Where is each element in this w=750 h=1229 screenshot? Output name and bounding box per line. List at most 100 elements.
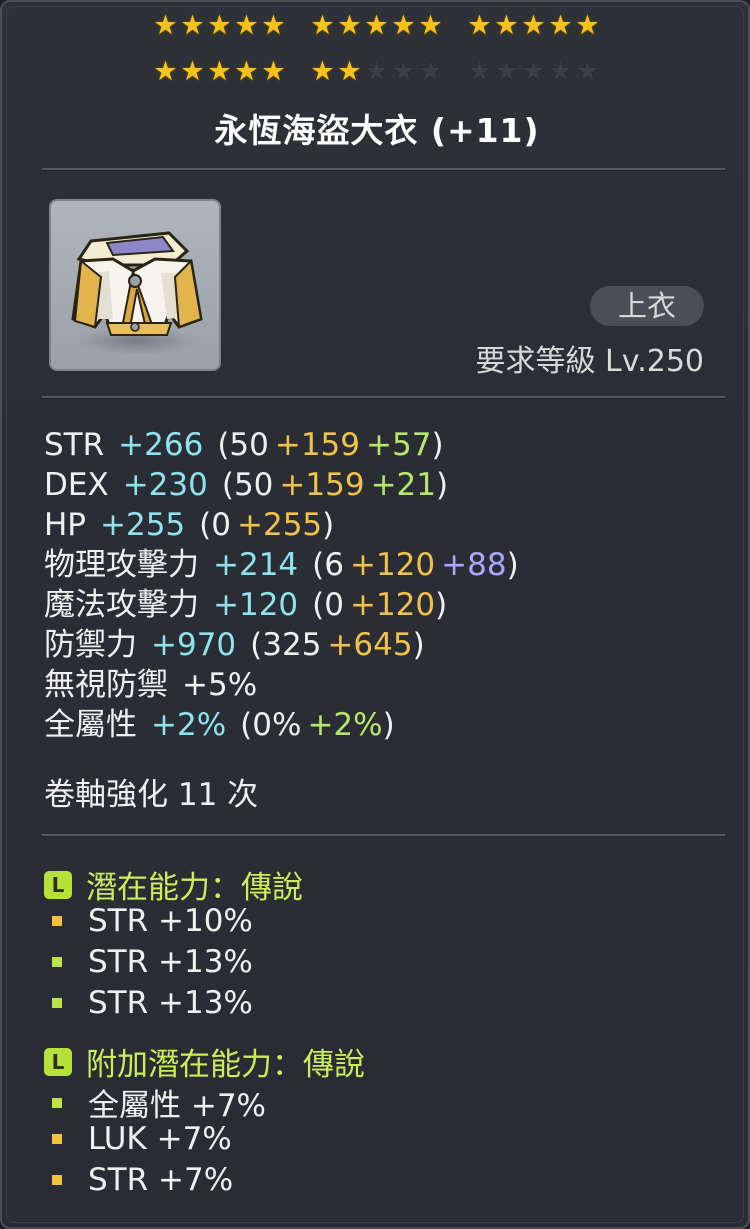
stat-close: ) xyxy=(435,587,448,623)
stat-bonus: +21 xyxy=(370,467,436,503)
potential-line: STR +13% xyxy=(52,985,253,1021)
star-filled-icon: ★ xyxy=(337,56,362,87)
star-filled-icon: ★ xyxy=(207,56,232,87)
star-group: ★ ★ ★ ★ ★ xyxy=(466,58,601,88)
item-icon-frame xyxy=(49,199,221,371)
potential-line: 全屬性 +7% xyxy=(52,1080,266,1125)
potential-line-text: STR +10% xyxy=(88,903,253,939)
potential-line-text: 全屬性 +7% xyxy=(88,1088,267,1124)
stat-row: DEX +230 (50 +159 +21) xyxy=(44,465,519,505)
star-filled-icon: ★ xyxy=(548,10,573,41)
stat-close: ) xyxy=(382,707,395,743)
scroll-upgrade-count: 卷軸強化 11 次 xyxy=(44,777,259,813)
star-empty-icon: ★ xyxy=(575,56,600,87)
stat-close: ) xyxy=(435,467,449,503)
stat-close: ) xyxy=(506,547,519,583)
bullet-icon xyxy=(52,957,62,967)
stat-row: 無視防禦 +5% xyxy=(44,665,519,705)
stat-bonus: +88 xyxy=(441,547,507,583)
stat-bonus: +120 xyxy=(349,547,436,583)
potential-line: STR +13% xyxy=(52,944,253,980)
star-filled-icon: ★ xyxy=(234,10,259,41)
star-group: ★ ★ ★ ★ ★ xyxy=(309,12,444,42)
stat-base: (0 xyxy=(199,507,231,543)
stat-bonus: +159 xyxy=(274,427,361,463)
stat-total: +2% xyxy=(151,707,227,743)
item-tooltip-panel: ★ ★ ★ ★ ★ ★ ★ ★ ★ ★ ★ ★ ★ ★ ★ ★ ★ ★ ★ ★ ★ ★ ★ ★ ★ ★ ★ ★ ★ ★ 永恆海盜大衣 (+… xyxy=(0,0,750,1229)
star-group: ★ ★ ★ ★ ★ xyxy=(309,58,444,88)
star-empty-icon: ★ xyxy=(521,56,546,87)
stat-row: STR +266 (50 +159 +57) xyxy=(44,425,519,465)
stat-base: (50 xyxy=(221,467,274,503)
pirate-coat-icon xyxy=(71,231,203,355)
stat-row: 物理攻擊力 +214 (6 +120 +88) xyxy=(44,545,519,585)
star-filled-icon: ★ xyxy=(310,56,335,87)
bullet-icon xyxy=(52,1134,62,1144)
stat-bonus: +255 xyxy=(237,507,323,543)
stat-total: +120 xyxy=(213,587,299,623)
star-filled-icon: ★ xyxy=(234,56,259,87)
star-filled-icon: ★ xyxy=(364,10,389,41)
potential-line: LUK +7% xyxy=(52,1121,232,1157)
potential-line: STR +7% xyxy=(52,1162,233,1198)
stat-total: +266 xyxy=(118,427,204,463)
stat-name: 物理攻擊力 xyxy=(44,547,199,583)
potential-line-text: STR +13% xyxy=(88,985,253,1021)
star-filled-icon: ★ xyxy=(418,10,443,41)
stat-base: (6 xyxy=(312,547,344,583)
stat-base: (50 xyxy=(217,427,269,463)
stat-row: HP +255 (0 +255) xyxy=(44,505,519,545)
potential-header: L 潛在能力：傳說 xyxy=(44,862,303,907)
star-filled-icon: ★ xyxy=(261,56,286,87)
potential-title: 潛在能力：傳說 xyxy=(86,870,303,906)
stat-base: (0% xyxy=(240,707,302,743)
star-filled-icon: ★ xyxy=(337,10,362,41)
stat-total: +230 xyxy=(122,467,208,503)
star-filled-icon: ★ xyxy=(153,56,178,87)
star-group: ★ ★ ★ ★ ★ xyxy=(152,58,287,88)
star-filled-icon: ★ xyxy=(467,10,492,41)
stat-total: +970 xyxy=(151,627,237,663)
stat-name: HP xyxy=(44,507,87,543)
star-empty-icon: ★ xyxy=(391,56,416,87)
star-filled-icon: ★ xyxy=(310,10,335,41)
potential-line-text: STR +13% xyxy=(88,944,253,980)
stat-name: 防禦力 xyxy=(44,627,137,663)
star-empty-icon: ★ xyxy=(548,56,573,87)
stat-name: DEX xyxy=(44,467,109,503)
star-empty-icon: ★ xyxy=(467,56,492,87)
star-filled-icon: ★ xyxy=(180,10,205,41)
bullet-icon xyxy=(52,998,62,1008)
stat-list: STR +266 (50 +159 +57) DEX +230 (50 +159 +21) HP +2… xyxy=(44,425,519,745)
legendary-grade-icon: L xyxy=(44,1047,72,1076)
star-filled-icon: ★ xyxy=(521,10,546,41)
star-filled-icon: ★ xyxy=(494,10,519,41)
star-filled-icon: ★ xyxy=(391,10,416,41)
stat-name: 無視防禦 xyxy=(44,667,168,703)
stat-total: +5% xyxy=(182,667,258,703)
star-filled-icon: ★ xyxy=(153,10,178,41)
star-filled-icon: ★ xyxy=(207,10,232,41)
bullet-icon xyxy=(52,1097,62,1108)
stat-base: (0 xyxy=(312,587,344,623)
star-filled-icon: ★ xyxy=(261,10,286,41)
item-name: 永恆海盜大衣 (+11) xyxy=(214,111,540,150)
bonus-potential-title: 附加潛在能力：傳說 xyxy=(86,1047,365,1083)
stat-total: +214 xyxy=(213,547,299,583)
stat-name: 魔法攻擊力 xyxy=(44,587,199,623)
potential-line-text: LUK +7% xyxy=(88,1121,232,1157)
star-row: ★ ★ ★ ★ ★ ★ ★ ★ ★ ★ ★ ★ ★ ★ ★ xyxy=(152,12,622,42)
stat-bonus: +645 xyxy=(327,627,413,663)
equipment-type-badge: 上衣 xyxy=(590,286,704,326)
stat-close: ) xyxy=(412,627,425,663)
star-empty-icon: ★ xyxy=(494,56,519,87)
star-empty-icon: ★ xyxy=(364,56,389,87)
stat-total: +255 xyxy=(100,507,186,543)
star-group: ★ ★ ★ ★ ★ xyxy=(152,12,287,42)
star-row: ★ ★ ★ ★ ★ ★ ★ ★ ★ ★ ★ ★ ★ ★ ★ xyxy=(152,58,622,88)
stat-row: 防禦力 +970 (325 +645) xyxy=(44,625,519,665)
star-empty-icon: ★ xyxy=(418,56,443,87)
stat-row: 全屬性 +2% (0% +2%) xyxy=(44,705,519,745)
stat-bonus: +120 xyxy=(349,587,436,623)
required-level: 要求等級 Lv.250 xyxy=(475,344,704,379)
